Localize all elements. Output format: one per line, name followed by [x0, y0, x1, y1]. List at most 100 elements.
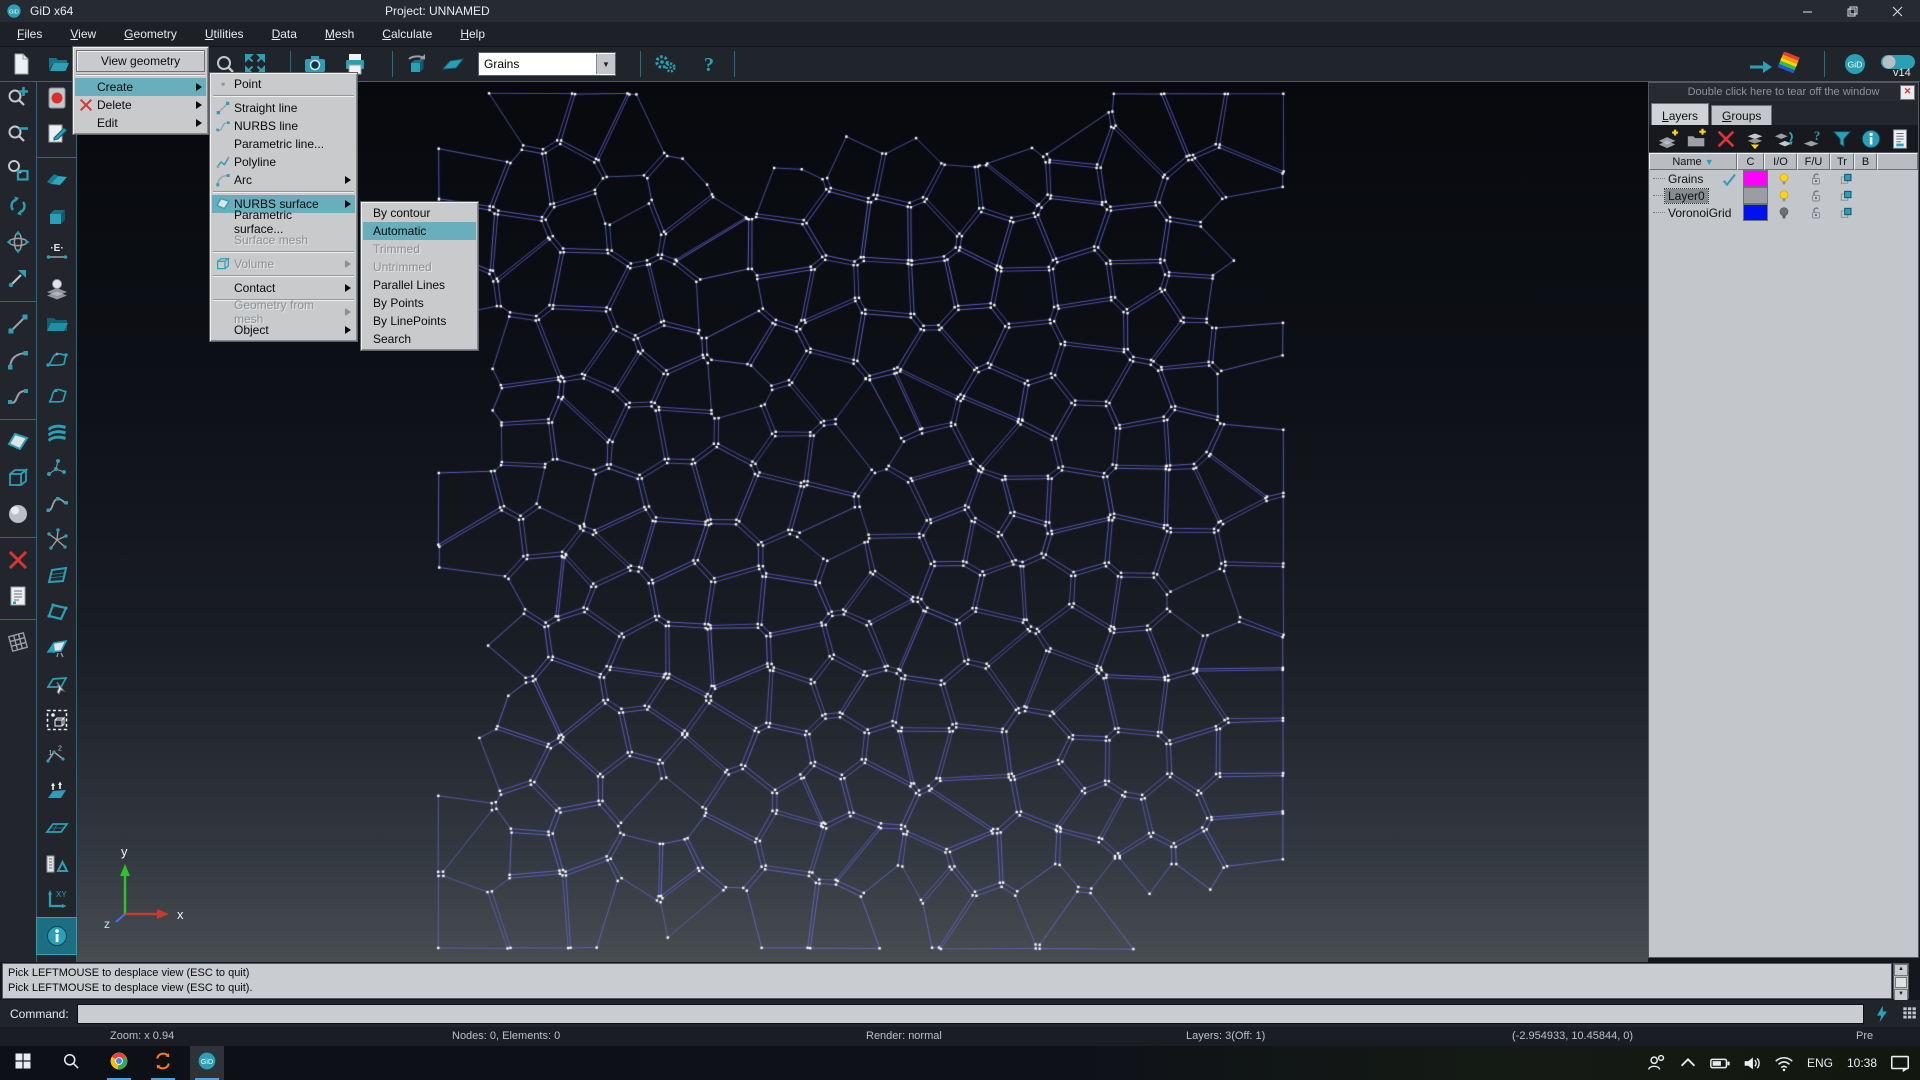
list-icon[interactable]	[0, 578, 36, 614]
minimize-button[interactable]	[1785, 0, 1830, 22]
layer-name[interactable]: Layer0	[1665, 189, 1708, 203]
tab-layers[interactable]: Layers	[1651, 103, 1709, 125]
arc-icon[interactable]	[0, 342, 36, 378]
menu-item-view-geometry[interactable]: View geometry	[76, 50, 205, 72]
layer-lock-icon[interactable]	[1807, 205, 1825, 221]
panel-close-icon[interactable]: ✕	[1900, 85, 1915, 100]
layer-color-swatch[interactable]	[1743, 170, 1768, 187]
layer-visibility-bulb-icon[interactable]	[1775, 205, 1793, 221]
current-layer-combobox[interactable]: Grains ▼	[478, 52, 616, 76]
column-header-name[interactable]: Name ▼	[1649, 153, 1737, 170]
dimension-icon[interactable]: ·E·	[37, 234, 76, 270]
wifi-icon[interactable]	[1773, 1052, 1795, 1074]
layer-row[interactable]: Layer0	[1649, 187, 1918, 204]
panel-tear-off-strip[interactable]: Double click here to tear off the window…	[1649, 83, 1918, 101]
edit-page-icon[interactable]	[37, 116, 76, 152]
quad-surface-icon[interactable]	[37, 558, 76, 594]
flat-quad-icon[interactable]	[37, 810, 76, 846]
menu-item-parametric-line[interactable]: Parametric line...	[212, 135, 355, 153]
rotate-view-icon[interactable]	[0, 224, 36, 260]
column-header-c[interactable]: C	[1737, 153, 1764, 170]
layer-lock-icon[interactable]	[1807, 188, 1825, 204]
folder-icon[interactable]	[37, 306, 76, 342]
layer-question-icon[interactable]: ?	[1802, 128, 1824, 150]
menubar-item-help[interactable]: Help	[449, 24, 496, 44]
layer-transparency-icon[interactable]	[1837, 205, 1855, 221]
column-header-filler[interactable]	[1877, 153, 1918, 170]
combobox-dropdown-icon[interactable]: ▼	[596, 54, 615, 74]
trim-2-icon[interactable]	[37, 630, 76, 666]
layer-lock-icon[interactable]	[1807, 171, 1825, 187]
menu-item-create[interactable]: Create	[75, 78, 206, 96]
grid-toggle-icon[interactable]	[1900, 1004, 1920, 1024]
menu-item-parametric-surface[interactable]: Parametric surface...	[212, 213, 355, 231]
menubar-item-mesh[interactable]: Mesh	[314, 24, 365, 44]
menubar-item-utilities[interactable]: Utilities	[194, 24, 255, 44]
menu-item-by-points[interactable]: By Points	[363, 294, 476, 312]
menu-item-nurbs-line[interactable]: NURBS line	[212, 117, 355, 135]
layer-ball-icon[interactable]	[37, 270, 76, 306]
info-icon[interactable]	[1860, 128, 1882, 150]
layer-add-icon[interactable]	[1657, 128, 1679, 150]
layer-add-child-icon[interactable]	[1686, 128, 1708, 150]
line-icon[interactable]	[0, 306, 36, 342]
notification-center-icon[interactable]	[1889, 1052, 1911, 1074]
layer-row[interactable]: VoronoiGrid	[1649, 204, 1918, 221]
command-input[interactable]	[77, 1004, 1864, 1024]
menu-item-point[interactable]: Point	[212, 75, 355, 93]
report-icon[interactable]	[1889, 128, 1911, 150]
volume-icon[interactable]	[1741, 1052, 1763, 1074]
menubar-item-data[interactable]: Data	[261, 24, 308, 44]
menubar-item-files[interactable]: Files	[6, 24, 53, 44]
open-project-icon[interactable]	[46, 52, 72, 76]
fast-command-icon[interactable]	[1872, 1004, 1892, 1024]
menubar-item-calculate[interactable]: Calculate	[371, 24, 443, 44]
volume-icon[interactable]	[0, 460, 36, 496]
delete-icon[interactable]	[1715, 128, 1737, 150]
connect-points-icon[interactable]	[37, 450, 76, 486]
layer-color-swatch[interactable]	[1743, 187, 1768, 204]
numbered-lines-icon[interactable]: 21	[37, 738, 76, 774]
menubar-item-geometry[interactable]: Geometry	[113, 24, 188, 44]
layer-transfer-icon[interactable]	[1773, 128, 1795, 150]
menu-item-contact[interactable]: Contact	[212, 279, 355, 297]
filter-icon[interactable]	[1831, 128, 1853, 150]
column-header-fu[interactable]: F/U	[1797, 153, 1830, 170]
intersect-icon[interactable]	[37, 522, 76, 558]
taskbar-gid-icon[interactable]: GiD	[190, 1046, 224, 1080]
quad-surface-2-icon[interactable]	[37, 594, 76, 630]
taskbar-search-icon[interactable]	[54, 1046, 88, 1080]
mesh-icon[interactable]	[0, 624, 36, 660]
nurbs-line-icon[interactable]	[0, 378, 36, 414]
menu-item-edit[interactable]: Edit	[75, 114, 206, 132]
menu-item-delete[interactable]: Delete	[75, 96, 206, 114]
tray-expand-icon[interactable]	[1677, 1052, 1699, 1074]
record-icon[interactable]	[37, 80, 76, 116]
menu-item-polyline[interactable]: Polyline	[212, 153, 355, 171]
restore-button[interactable]	[1830, 0, 1875, 22]
preferences-gears-icon[interactable]	[652, 52, 678, 76]
rotate-object-icon[interactable]	[404, 52, 430, 76]
zoom-window-icon[interactable]	[0, 152, 36, 188]
menu-item-parallel-lines[interactable]: Parallel Lines	[363, 276, 476, 294]
zoom-in-icon[interactable]	[0, 80, 36, 116]
fold-surface-icon[interactable]	[37, 162, 76, 198]
column-header-tr[interactable]: Tr	[1830, 153, 1854, 170]
menu-item-by-linepoints[interactable]: By LinePoints	[363, 312, 476, 330]
pan-icon[interactable]	[0, 260, 36, 296]
xy-axes-icon[interactable]: XY	[37, 882, 76, 918]
box-icon[interactable]	[37, 198, 76, 234]
nurbs-surface-icon[interactable]	[0, 424, 36, 460]
clock[interactable]: 10:38	[1847, 1056, 1877, 1070]
info-icon[interactable]	[37, 918, 76, 954]
delete-icon[interactable]	[0, 542, 36, 578]
menu-item-straight-line[interactable]: Straight line	[212, 99, 355, 117]
normals-icon[interactable]	[37, 774, 76, 810]
redraw-icon[interactable]	[0, 188, 36, 224]
taskbar-chrome-icon[interactable]	[102, 1046, 136, 1080]
layer-back-icon[interactable]	[1744, 128, 1766, 150]
layer-name[interactable]: Grains	[1665, 172, 1706, 186]
menu-item-automatic[interactable]: Automatic	[363, 222, 476, 240]
menu-item-by-contour[interactable]: By contour	[363, 204, 476, 222]
menu-item-object[interactable]: Object	[212, 321, 355, 339]
